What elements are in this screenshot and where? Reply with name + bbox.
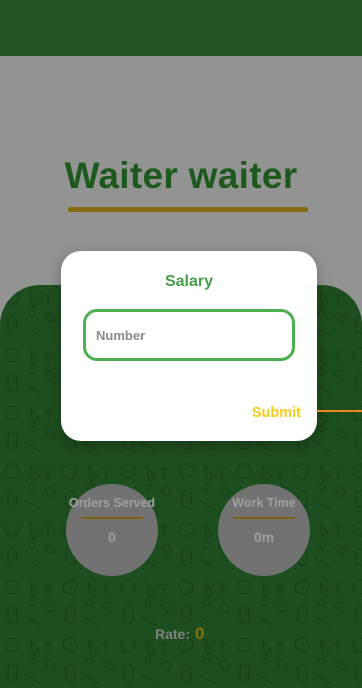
dialog-title: Salary	[164, 273, 214, 290]
pointer-line	[317, 410, 362, 412]
submit-button[interactable]: Submit	[252, 405, 301, 421]
salary-number-input[interactable]	[83, 309, 295, 361]
salary-dialog: Salary Submit	[61, 251, 317, 441]
main-screen: Waiter waiter Orders Served 0 Work Time …	[0, 0, 362, 688]
